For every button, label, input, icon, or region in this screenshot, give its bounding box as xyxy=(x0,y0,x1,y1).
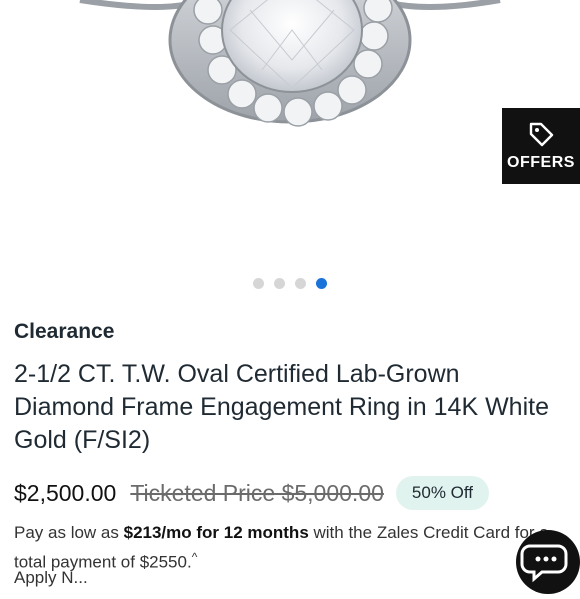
gallery-pagination xyxy=(0,278,580,289)
financing-monthly: $213/mo for 12 months xyxy=(123,523,309,542)
gallery-dot-active[interactable] xyxy=(316,278,327,289)
current-price: $2,500.00 xyxy=(14,479,117,506)
offers-label: OFFERS xyxy=(507,154,575,171)
financing-prefix: Pay as low as xyxy=(14,523,124,542)
financing-text: Pay as low as $213/mo for 12 months with… xyxy=(14,520,554,575)
chat-icon xyxy=(520,544,568,583)
offers-button[interactable]: OFFERS xyxy=(502,108,580,184)
gallery-dot[interactable] xyxy=(295,278,306,289)
gallery-dot[interactable] xyxy=(274,278,285,289)
financing-total: $2550. xyxy=(139,552,192,572)
chat-button[interactable] xyxy=(516,530,580,594)
price-row: $2,500.00 Ticketed Price $5,000.00 50% O… xyxy=(14,476,490,510)
ring-image xyxy=(79,0,501,127)
financing-caret[interactable]: ^ xyxy=(192,550,198,564)
gallery-dot[interactable] xyxy=(253,278,264,289)
product-image-gallery[interactable]: OFFERS xyxy=(0,0,580,300)
apply-now-link[interactable]: Apply N... xyxy=(14,568,88,588)
discount-badge: 50% Off xyxy=(395,476,490,510)
ticketed-price: Ticketed Price $5,000.00 xyxy=(130,479,384,506)
product-title: 2-1/2 CT. T.W. Oval Certified Lab-Grown … xyxy=(14,360,549,454)
tag-icon xyxy=(529,122,554,147)
product-category: Clearance xyxy=(14,320,115,343)
